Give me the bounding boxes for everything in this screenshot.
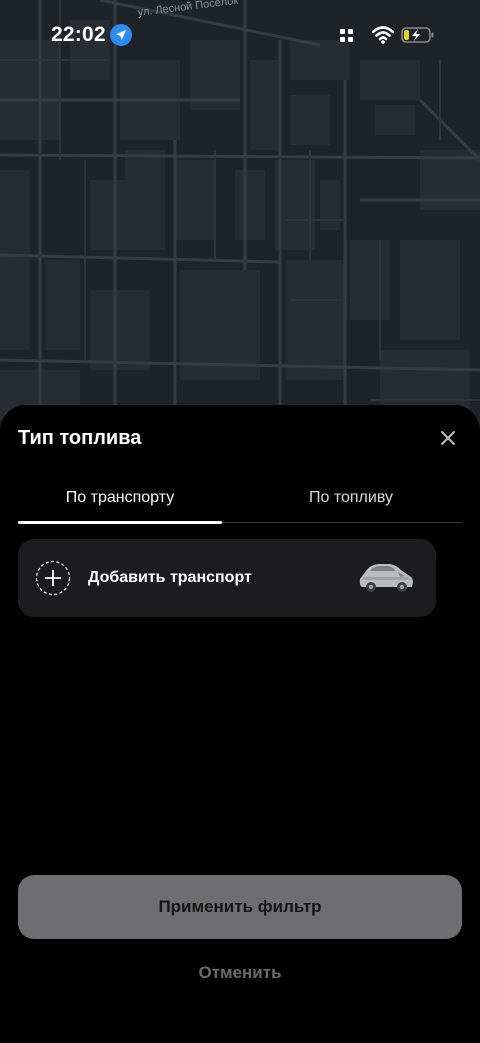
car-icon: [359, 564, 413, 592]
status-time: 22:02: [51, 23, 106, 46]
active-tab-indicator: [18, 521, 222, 524]
add-vehicle-button[interactable]: Добавить транспорт: [18, 539, 436, 617]
add-vehicle-label: Добавить транспорт: [88, 569, 252, 586]
tab-by-transport[interactable]: По транспорту: [18, 475, 222, 521]
cellular-signal-icon: [340, 29, 353, 42]
wifi-icon: [372, 26, 394, 44]
fuel-type-sheet: Тип топлива По транспорту По топливу Доб…: [0, 405, 480, 1043]
status-bar: ул. Лесной Посёлок 22:02: [0, 0, 480, 70]
apply-filter-button[interactable]: Применить фильтр: [18, 875, 462, 939]
plus-circle-icon: [35, 560, 71, 596]
close-button[interactable]: [434, 424, 462, 452]
tab-by-fuel[interactable]: По топливу: [240, 475, 462, 521]
map-street-label: ул. Лесной Посёлок: [137, 0, 239, 19]
location-arrow-icon: [110, 24, 132, 46]
screen: ул. Лесной Посёлок 22:02 Тип топлива По …: [0, 0, 480, 1043]
cancel-button[interactable]: Отменить: [140, 957, 340, 989]
sheet-title: Тип топлива: [18, 427, 142, 449]
filter-tabs: По транспорту По топливу: [18, 475, 462, 524]
battery-charging-icon: [401, 27, 434, 43]
close-icon: [441, 431, 455, 445]
